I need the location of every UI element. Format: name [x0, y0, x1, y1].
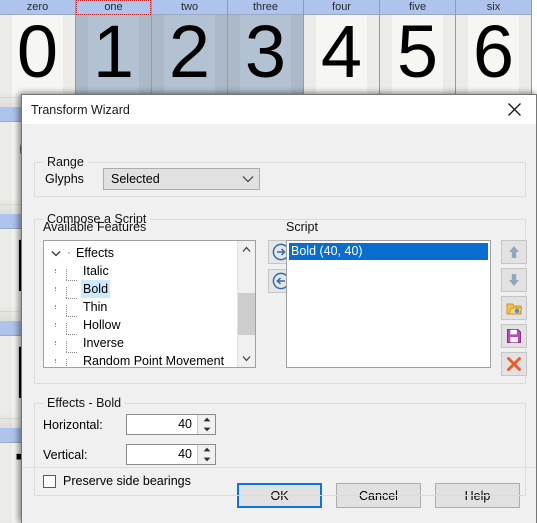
compose-script-group: Compose a Script Available Features Scri…: [34, 212, 527, 384]
glyph-character: 4: [320, 10, 363, 93]
move-up-button[interactable]: [501, 240, 527, 264]
glyph-cell[interactable]: zero 0: [0, 0, 76, 107]
preserve-side-bearings-checkbox[interactable]: Preserve side bearings: [35, 474, 525, 488]
glyph-character: 1: [92, 10, 135, 93]
chevron-down-icon: [237, 175, 259, 183]
script-tool-column: [501, 240, 527, 380]
glyph-character: 6: [472, 10, 515, 93]
save-script-button[interactable]: [501, 324, 527, 348]
glyph-cell[interactable]: three 3: [228, 0, 304, 107]
script-list-label: Script: [286, 220, 318, 234]
tree-item-label: Inverse: [83, 336, 124, 350]
tree-item-hollow[interactable]: Hollow: [44, 316, 237, 335]
glyph-character: 2: [168, 10, 211, 93]
transform-wizard-dialog: Transform Wizard Range Glyphs Selected C…: [21, 94, 537, 523]
vertical-spin-arrows: [197, 445, 215, 464]
chevron-down-icon[interactable]: [48, 250, 64, 257]
glyph-cell[interactable]: two 2: [152, 0, 228, 107]
tree-item-label: Effects: [76, 246, 114, 260]
tree-item-italic[interactable]: Italic: [44, 262, 237, 281]
tree-scroll-thumb[interactable]: [238, 293, 255, 335]
scroll-down-icon[interactable]: [238, 350, 255, 367]
available-features-label: Available Features: [43, 220, 147, 234]
vertical-label: Vertical:: [43, 447, 88, 462]
tree-item-bold[interactable]: Bold: [44, 280, 237, 299]
horizontal-spin-down-icon[interactable]: [198, 425, 215, 435]
horizontal-spin-up-icon[interactable]: [198, 415, 215, 425]
range-legend: Range: [47, 155, 84, 169]
effects-group: Effects - Bold Horizontal: 40 Vertical: …: [34, 396, 526, 496]
screen: zero0one1two2three3four4five5six6nine9EE…: [0, 0, 537, 523]
available-features-tree[interactable]: · Effects Italic Bold Thin Hollow Inverse Rando…: [43, 240, 256, 368]
tree-item-label: Hollow: [83, 318, 121, 332]
tree-item-effects[interactable]: · Effects: [44, 244, 237, 262]
tree-item-inverse[interactable]: Inverse: [44, 334, 237, 353]
horizontal-row: Horizontal: 40: [35, 414, 525, 435]
horizontal-label: Horizontal:: [43, 417, 103, 432]
tree-item-container: · Effects Italic Bold Thin Hollow Inverse Rando…: [44, 241, 237, 367]
effects-legend: Effects - Bold: [47, 396, 122, 410]
glyph-cell[interactable]: five 5: [380, 0, 456, 107]
scroll-up-icon[interactable]: [238, 241, 255, 258]
dialog-titlebar: Transform Wizard: [22, 95, 536, 124]
vertical-row: Vertical: 40: [35, 444, 525, 465]
glyph-character: 0: [16, 10, 59, 93]
script-list-item[interactable]: Bold (40, 40): [289, 243, 488, 260]
tree-item-label: Italic: [83, 264, 109, 278]
dialog-title: Transform Wizard: [31, 102, 130, 117]
preserve-side-bearings-label: Preserve side bearings: [63, 474, 191, 488]
glyph-cell[interactable]: one 1: [76, 0, 152, 107]
tree-vertical-scrollbar[interactable]: [237, 241, 255, 367]
vertical-stepper[interactable]: 40: [126, 444, 216, 465]
horizontal-stepper[interactable]: 40: [126, 414, 216, 435]
vertical-spin-up-icon[interactable]: [198, 445, 215, 455]
glyph-cell[interactable]: six 6: [456, 0, 532, 107]
glyph-cell[interactable]: four 4: [304, 0, 380, 107]
horizontal-input[interactable]: 40: [127, 415, 197, 434]
tree-item-label: Bold: [81, 280, 111, 298]
checkbox-box: [43, 474, 56, 488]
glyph-character: 3: [244, 10, 287, 93]
move-down-button[interactable]: [501, 268, 527, 292]
tree-item-thin[interactable]: Thin: [44, 298, 237, 317]
tree-item-label: Random Point Movement: [83, 354, 225, 367]
open-script-button[interactable]: [501, 296, 527, 320]
vertical-spin-down-icon[interactable]: [198, 455, 215, 465]
tree-item-random-point-movement[interactable]: Random Point Movement: [44, 352, 237, 367]
script-listbox[interactable]: Bold (40, 40): [286, 240, 491, 368]
tree-item-label: Thin: [83, 300, 108, 314]
close-icon[interactable]: [492, 96, 536, 124]
horizontal-spin-arrows: [197, 415, 215, 434]
delete-item-button[interactable]: [501, 352, 527, 376]
dialog-body: Range Glyphs Selected Compose a Script A…: [22, 124, 536, 496]
glyph-row: zero 0 one 1 two 2 three 3 four 4 five 5 six 6: [0, 0, 537, 107]
glyph-character: 5: [396, 10, 439, 93]
range-group: Range Glyphs Selected: [34, 155, 526, 197]
tree-connector-dot: ·: [67, 247, 71, 259]
glyphs-range-value: Selected: [111, 171, 160, 186]
vertical-input[interactable]: 40: [127, 445, 197, 464]
glyphs-range-select[interactable]: Selected: [103, 167, 260, 190]
glyphs-label: Glyphs: [45, 171, 84, 186]
